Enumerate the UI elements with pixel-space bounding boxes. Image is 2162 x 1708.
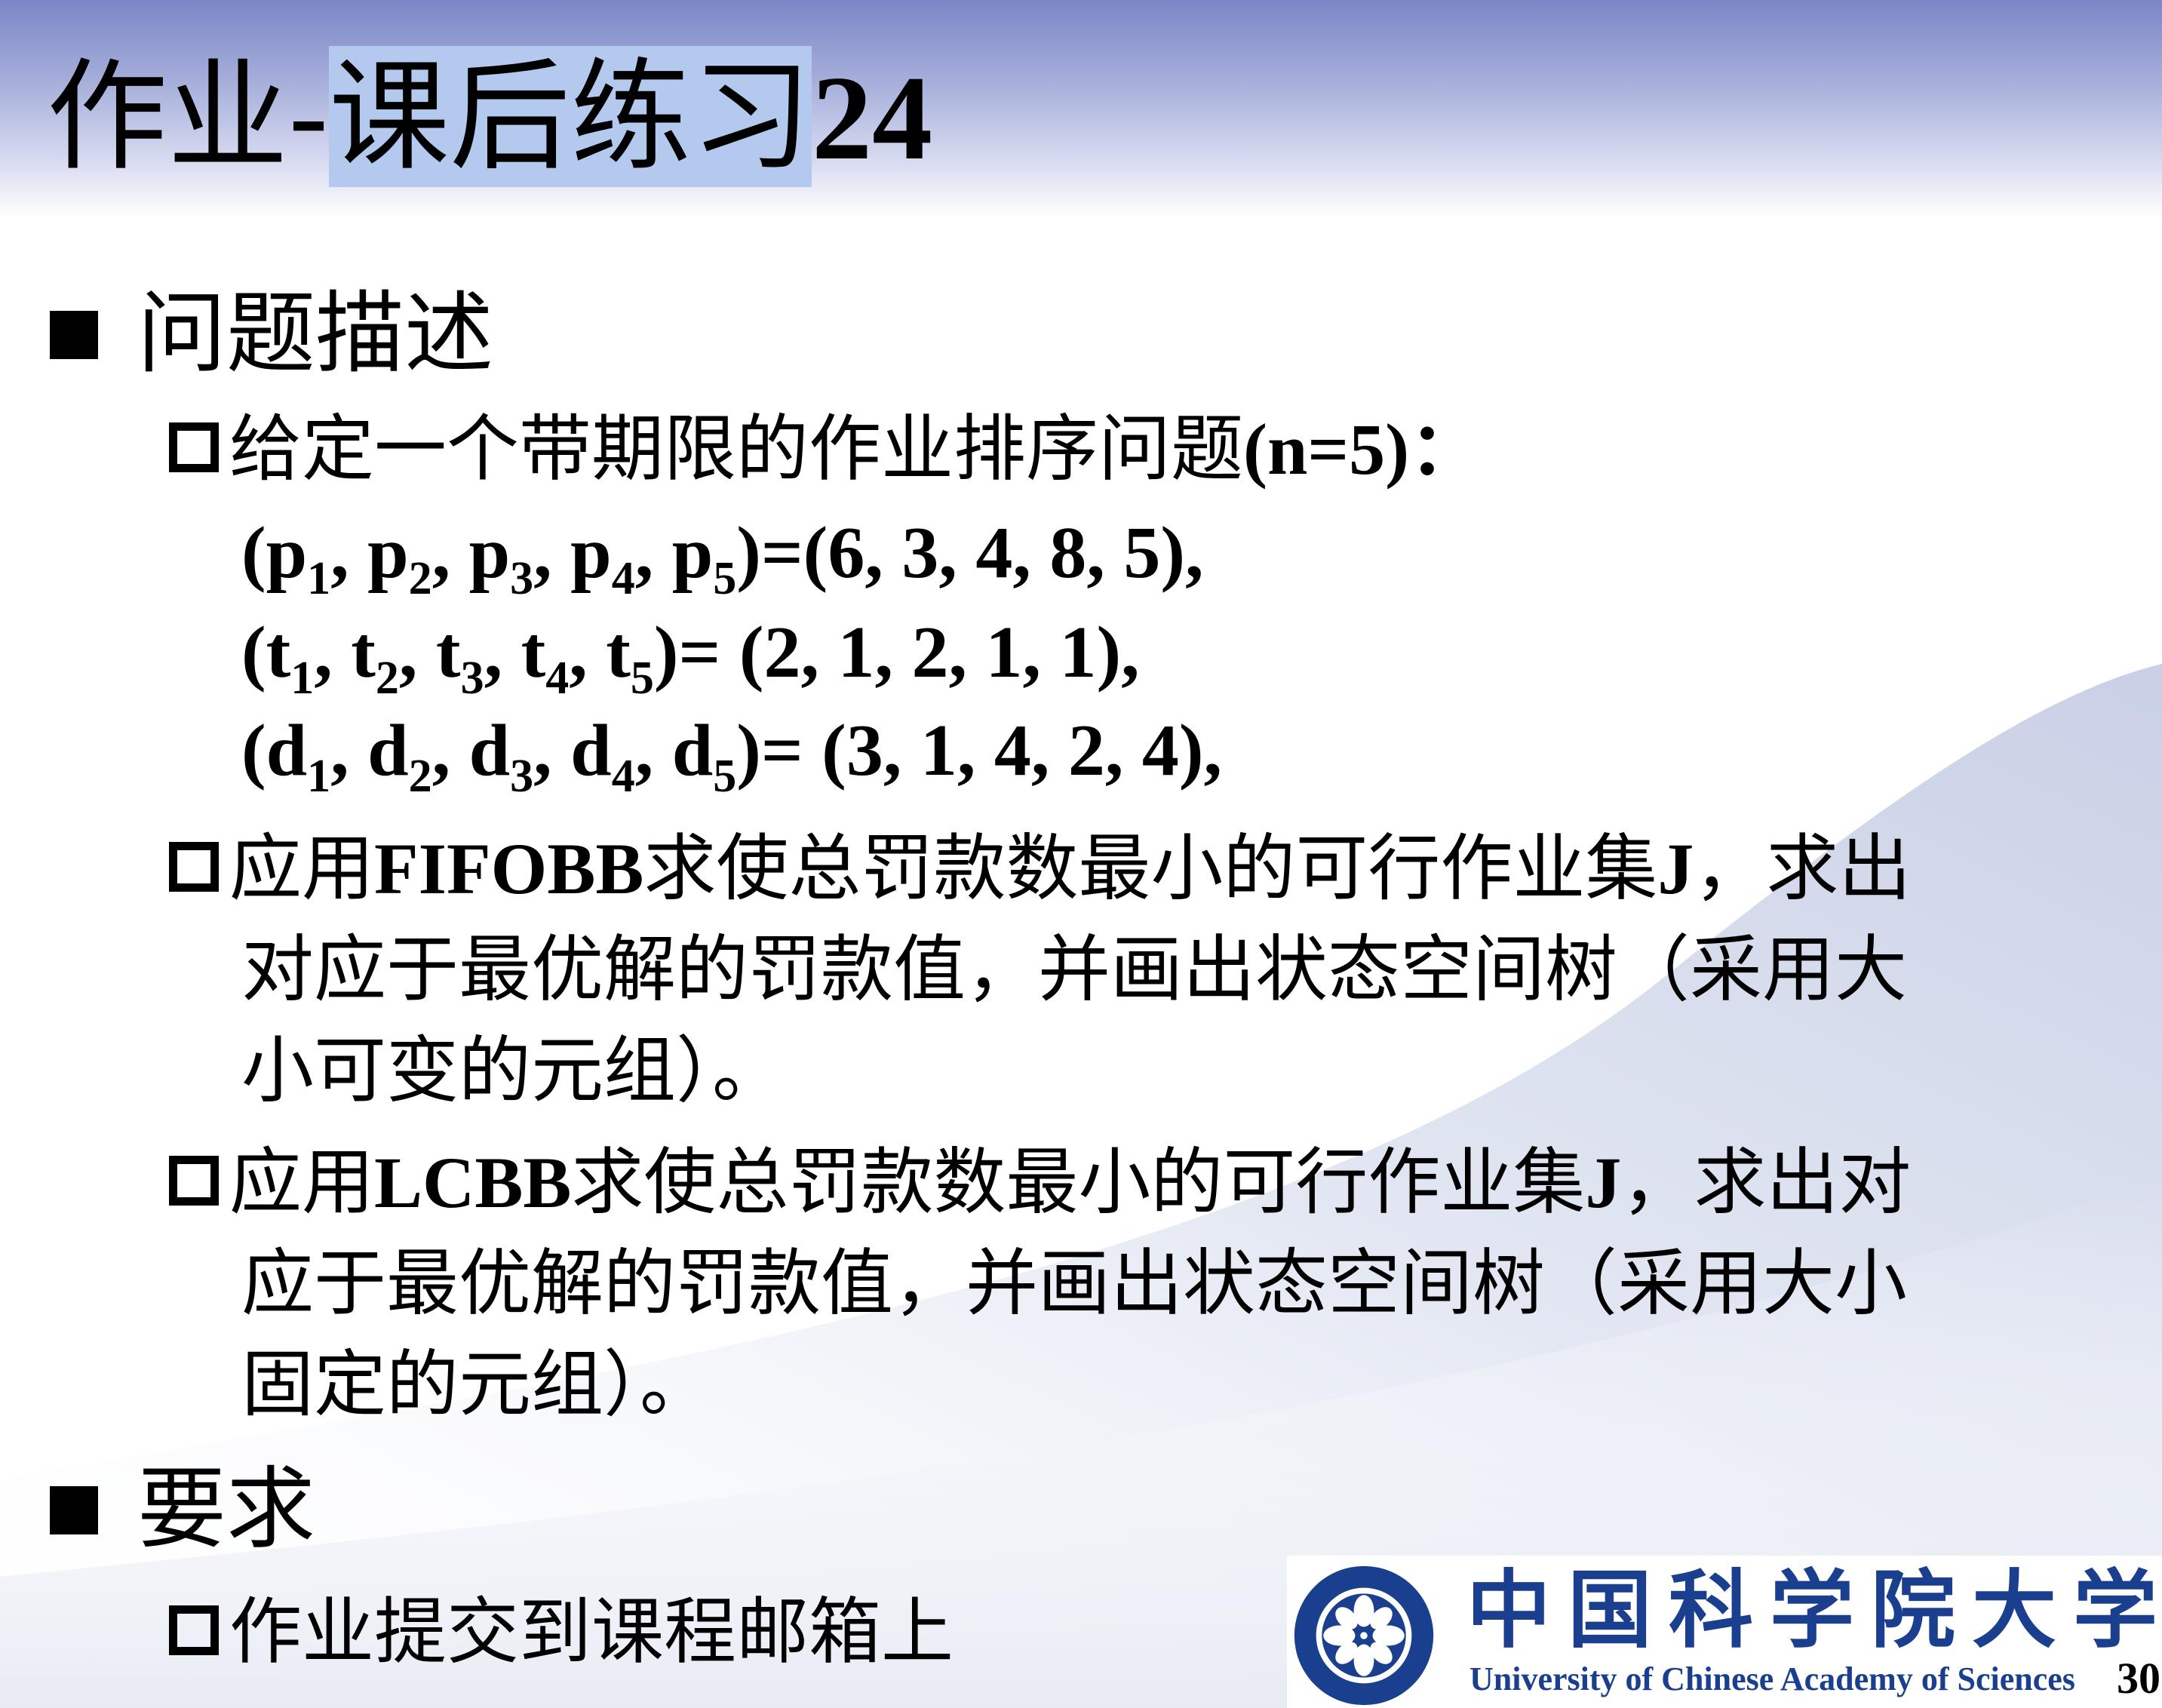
item-text-tail: (n=5)： (1243, 409, 1482, 490)
time-vector-line: (t1, t2, t3, t4, t5)= (2, 1, 2, 1, 1), (241, 612, 1140, 704)
logo-name-en: University of Chinese Academy of Science… (1469, 1660, 2075, 1697)
bullet-item-fifobb: 应用FIFOBB求使总罚款数最小的可行作业集J，求出 (169, 818, 1911, 920)
fifobb-line-2: 对应于最优解的罚款值，并画出状态空间树（采用大 (241, 927, 1907, 1012)
hollow-square-bullet-icon (169, 1156, 219, 1206)
lcbb-line-2: 应于最优解的罚款值，并画出状态空间树（采用大小 (241, 1241, 1907, 1326)
deadline-vector-line: (d1, d2, d3, d4, d5)= (3, 1, 4, 2, 4), (241, 710, 1222, 802)
title-number: 24 (812, 51, 933, 185)
section-heading-requirements: 要求 (50, 1456, 315, 1562)
slide-title: 作业-课后练习24 (47, 45, 932, 189)
page-number: 30 (2117, 1654, 2160, 1703)
bullet-item-lcbb: 应用LCBB求使总罚款数最小的可行作业集J，求出对 (169, 1132, 1911, 1233)
item-text: 作业提交到课程邮箱上 (229, 1590, 954, 1674)
fifobb-line-3: 小可变的元组）。 (241, 1028, 785, 1113)
section-heading-text: 要求 (137, 1457, 316, 1561)
filled-square-bullet-icon (50, 311, 98, 360)
hollow-square-bullet-icon (169, 422, 219, 472)
bullet-item-problem-given: 给定一个带期限的作业排序问题(n=5)： (169, 398, 1482, 500)
profit-vector-line: (p1, p2, p3, p4, p5)=(6, 3, 4, 8, 5), (241, 512, 1204, 604)
hollow-square-bullet-icon (169, 842, 219, 892)
lcbb-line-3: 固定的元组）。 (241, 1342, 712, 1427)
logo-name-cn: 中国科学院大学 (1466, 1561, 2162, 1660)
section-heading-problem: 问题描述 (50, 281, 493, 386)
filled-square-bullet-icon (50, 1486, 98, 1535)
hollow-square-bullet-icon (169, 1605, 219, 1655)
title-prefix: 作业- (47, 46, 330, 187)
university-emblem-icon (1294, 1565, 1434, 1706)
title-highlighted: 课后练习 (329, 46, 812, 187)
section-heading-text: 问题描述 (137, 281, 494, 386)
item-text: 给定一个带期限的作业排序问题 (229, 407, 1243, 491)
bullet-item-submission: 作业提交到课程邮箱上 (169, 1581, 954, 1682)
